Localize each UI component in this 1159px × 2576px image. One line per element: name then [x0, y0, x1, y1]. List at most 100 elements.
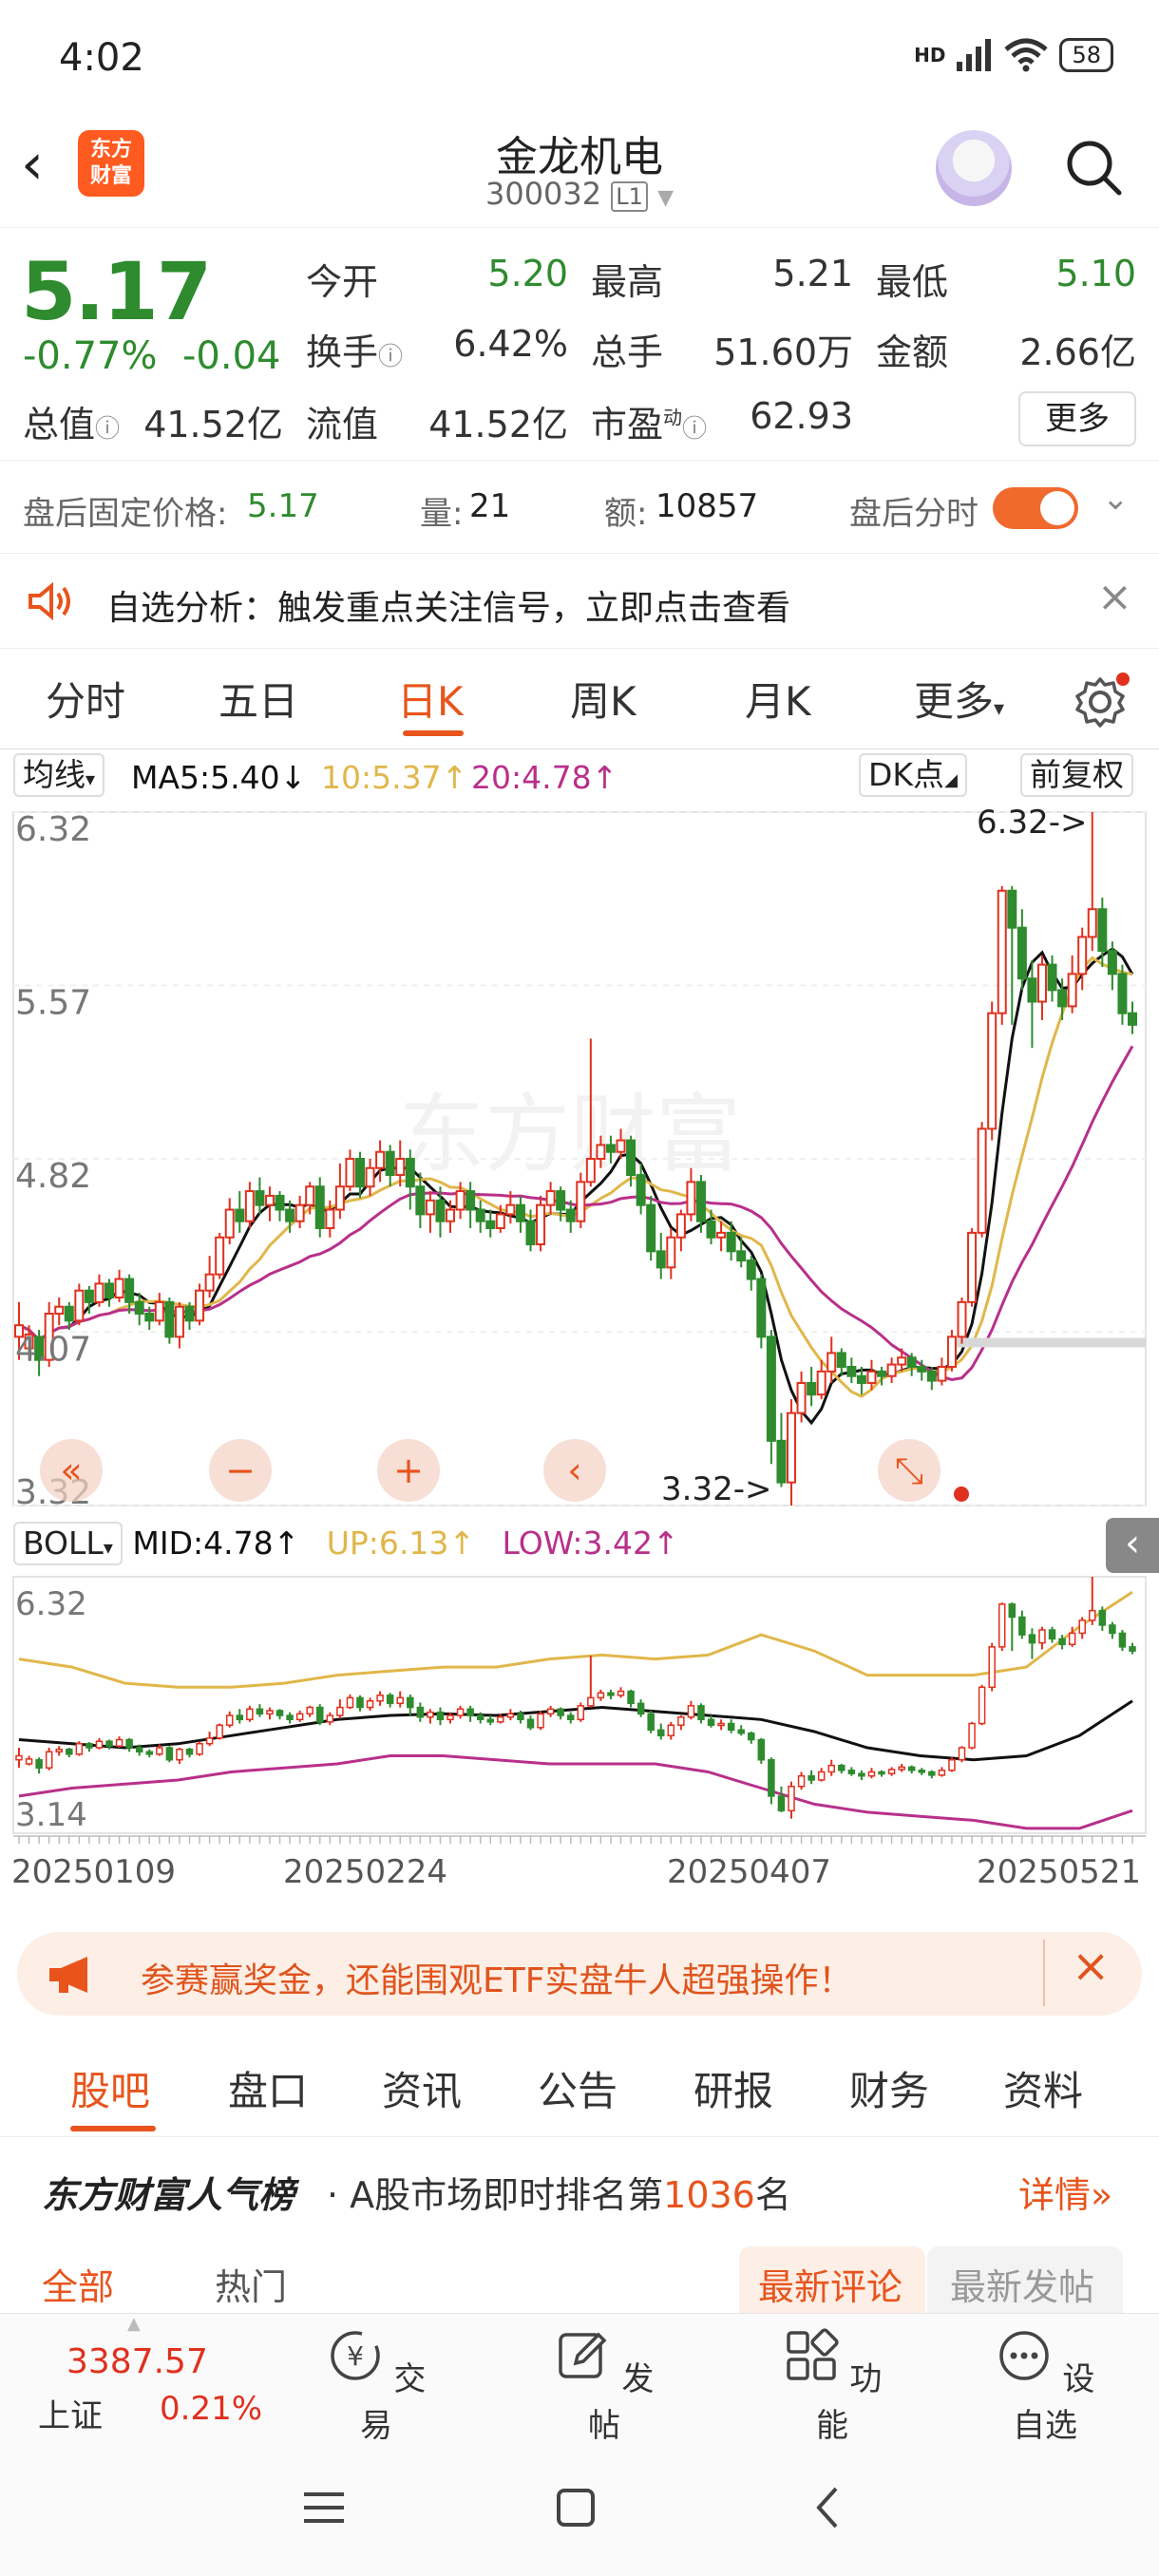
caret-up-icon: ▲: [127, 2314, 141, 2334]
boll-candle: [165, 1746, 174, 1763]
tab-daily-k[interactable]: 日K: [397, 670, 464, 728]
boll-candle: [15, 1748, 23, 1769]
watchlist-alert[interactable]: 自选分析：触发重点关注信号，立即点击查看 ×: [0, 554, 1159, 649]
menu-icon[interactable]: [302, 2489, 346, 2527]
ma10-label: 10:5.37↑: [321, 759, 468, 796]
boll-candle: [1008, 1602, 1016, 1652]
popularity-rank-row[interactable]: 东方财富人气榜 · A股市场即时排名第1036名 详情»: [0, 2137, 1159, 2237]
tab-more[interactable]: 更多▾: [914, 670, 1004, 728]
boll-candle: [867, 1768, 876, 1779]
boll-candle: [346, 1694, 354, 1710]
boll-candle: [656, 1723, 665, 1740]
tab-profile[interactable]: 资料: [1003, 2059, 1083, 2117]
filter-hot[interactable]: 热门: [215, 2258, 287, 2310]
fullscreen-icon[interactable]: ⤡: [878, 1439, 940, 1502]
robot-assistant-avatar[interactable]: [936, 130, 1012, 206]
boll-candle: [396, 1691, 404, 1708]
gear-icon[interactable]: [1074, 672, 1130, 729]
promo-banner[interactable]: 参赛赢奖金，还能围观ETF实盘牛人超强操作！ ×: [17, 1932, 1142, 2016]
step-left-icon[interactable]: ‹: [543, 1439, 606, 1502]
candle: [987, 1001, 998, 1141]
tab-research[interactable]: 研报: [694, 2059, 773, 2117]
boll-candle: [225, 1711, 234, 1728]
boll-candle: [647, 1710, 655, 1733]
active-tab-underline: [403, 730, 464, 736]
boll-candle: [797, 1771, 806, 1790]
search-icon[interactable]: [1064, 138, 1123, 197]
boll-candle: [205, 1732, 214, 1747]
adjust-select[interactable]: 前复权: [1020, 753, 1133, 797]
sort-latest-post[interactable]: 最新发帖: [927, 2246, 1123, 2313]
bottom-toolbar: ▲ 3387.57 上证 0.21% ¥ 交易 发帖 功能 设自选: [0, 2313, 1159, 2445]
after-hours-vol: 21: [469, 487, 511, 525]
tab-monthly-k[interactable]: 月K: [745, 670, 811, 728]
boll-candle: [246, 1705, 254, 1722]
home-icon[interactable]: [555, 2487, 597, 2529]
candle: [646, 1195, 656, 1261]
candle: [114, 1269, 124, 1302]
zoom-out-icon[interactable]: −: [209, 1439, 272, 1502]
rank-detail-link[interactable]: 详情»: [1018, 2166, 1112, 2218]
tab-finance[interactable]: 财务: [849, 2059, 929, 2117]
min-price-label: 3.32->: [661, 1470, 771, 1508]
tab-news[interactable]: 资讯: [382, 2059, 462, 2117]
boll-candle: [717, 1719, 725, 1731]
tab-weekly-k[interactable]: 周K: [570, 670, 636, 728]
tab-pankou[interactable]: 盘口: [228, 2059, 308, 2117]
dk-point-select[interactable]: DK点◢: [859, 753, 967, 797]
y-tick-label: 5.57: [15, 984, 91, 1023]
ma-select[interactable]: 均线▾: [13, 753, 105, 797]
boll-candle: [918, 1768, 926, 1775]
date-axis: 20250109 20250224 20250407 20250521: [11, 1835, 1146, 1891]
candle: [244, 1182, 255, 1228]
tab-five-day[interactable]: 五日: [218, 670, 298, 728]
boll-select[interactable]: BOLL▾: [13, 1522, 123, 1565]
boll-candle: [636, 1699, 645, 1717]
kline-chart[interactable]: 东方财富 6.325.574.824.073.326.32->3.32-> 6.…: [0, 803, 1159, 1919]
after-hours-toggle[interactable]: [993, 487, 1078, 529]
low-label: 最低: [876, 261, 949, 303]
back-nav-icon[interactable]: [813, 2485, 842, 2530]
quote-panel: 5.17 -0.77% -0.04 今开 5.20 最高 5.21 最低 5.1…: [0, 228, 1159, 461]
boll-candle: [306, 1705, 314, 1717]
sort-latest-comment[interactable]: 最新评论: [739, 2246, 925, 2313]
boll-y-tick-label: 6.32: [15, 1585, 87, 1623]
alert-text: 自选分析：触发重点关注信号，立即点击查看: [106, 589, 791, 628]
fast-back-icon[interactable]: «: [40, 1439, 103, 1502]
boll-candle: [858, 1770, 865, 1780]
boll-candle: [185, 1748, 194, 1758]
candle: [385, 1145, 395, 1187]
boll-candle: [1089, 1577, 1096, 1625]
boll-candle: [838, 1763, 846, 1774]
boll-candle: [887, 1767, 896, 1776]
date-label: 20250521: [977, 1853, 1141, 1891]
index-ticker[interactable]: ▲ 3387.57 上证 0.21%: [23, 2314, 262, 2442]
candle: [264, 1186, 275, 1222]
more-quote-button[interactable]: 更多: [1018, 391, 1136, 446]
candle: [94, 1274, 104, 1307]
double-chevron-right-icon: »: [1091, 2174, 1113, 2216]
candle: [576, 1172, 586, 1228]
filter-all[interactable]: 全部: [42, 2258, 114, 2310]
zoom-in-icon[interactable]: +: [377, 1439, 440, 1502]
collapse-panel-icon[interactable]: ‹: [1106, 1518, 1159, 1573]
candle: [675, 1209, 686, 1252]
tab-intraday[interactable]: 分时: [46, 670, 125, 728]
date-label: 20250109: [11, 1853, 176, 1891]
close-icon[interactable]: ×: [1072, 1940, 1110, 1993]
functions-button[interactable]: 功能: [775, 2327, 889, 2446]
candle: [1077, 927, 1088, 991]
post-button[interactable]: 发帖: [547, 2327, 661, 2446]
svg-text:‹: ‹: [567, 1449, 581, 1491]
volume-value: 51.60万: [713, 331, 853, 373]
close-icon[interactable]: ×: [1097, 573, 1132, 621]
boll-frame: [12, 1576, 1147, 1834]
ma20-label: 20:4.78↑: [471, 759, 618, 796]
tab-guba[interactable]: 股吧: [70, 2059, 150, 2117]
open-value: 5.20: [487, 253, 568, 294]
boll-candle: [266, 1707, 274, 1720]
chevron-down-icon[interactable]: ⌄: [1102, 480, 1130, 518]
tab-announcements[interactable]: 公告: [538, 2059, 618, 2117]
add-watchlist-button[interactable]: 设自选: [988, 2327, 1102, 2446]
trade-button[interactable]: ¥ 交易: [319, 2327, 433, 2446]
